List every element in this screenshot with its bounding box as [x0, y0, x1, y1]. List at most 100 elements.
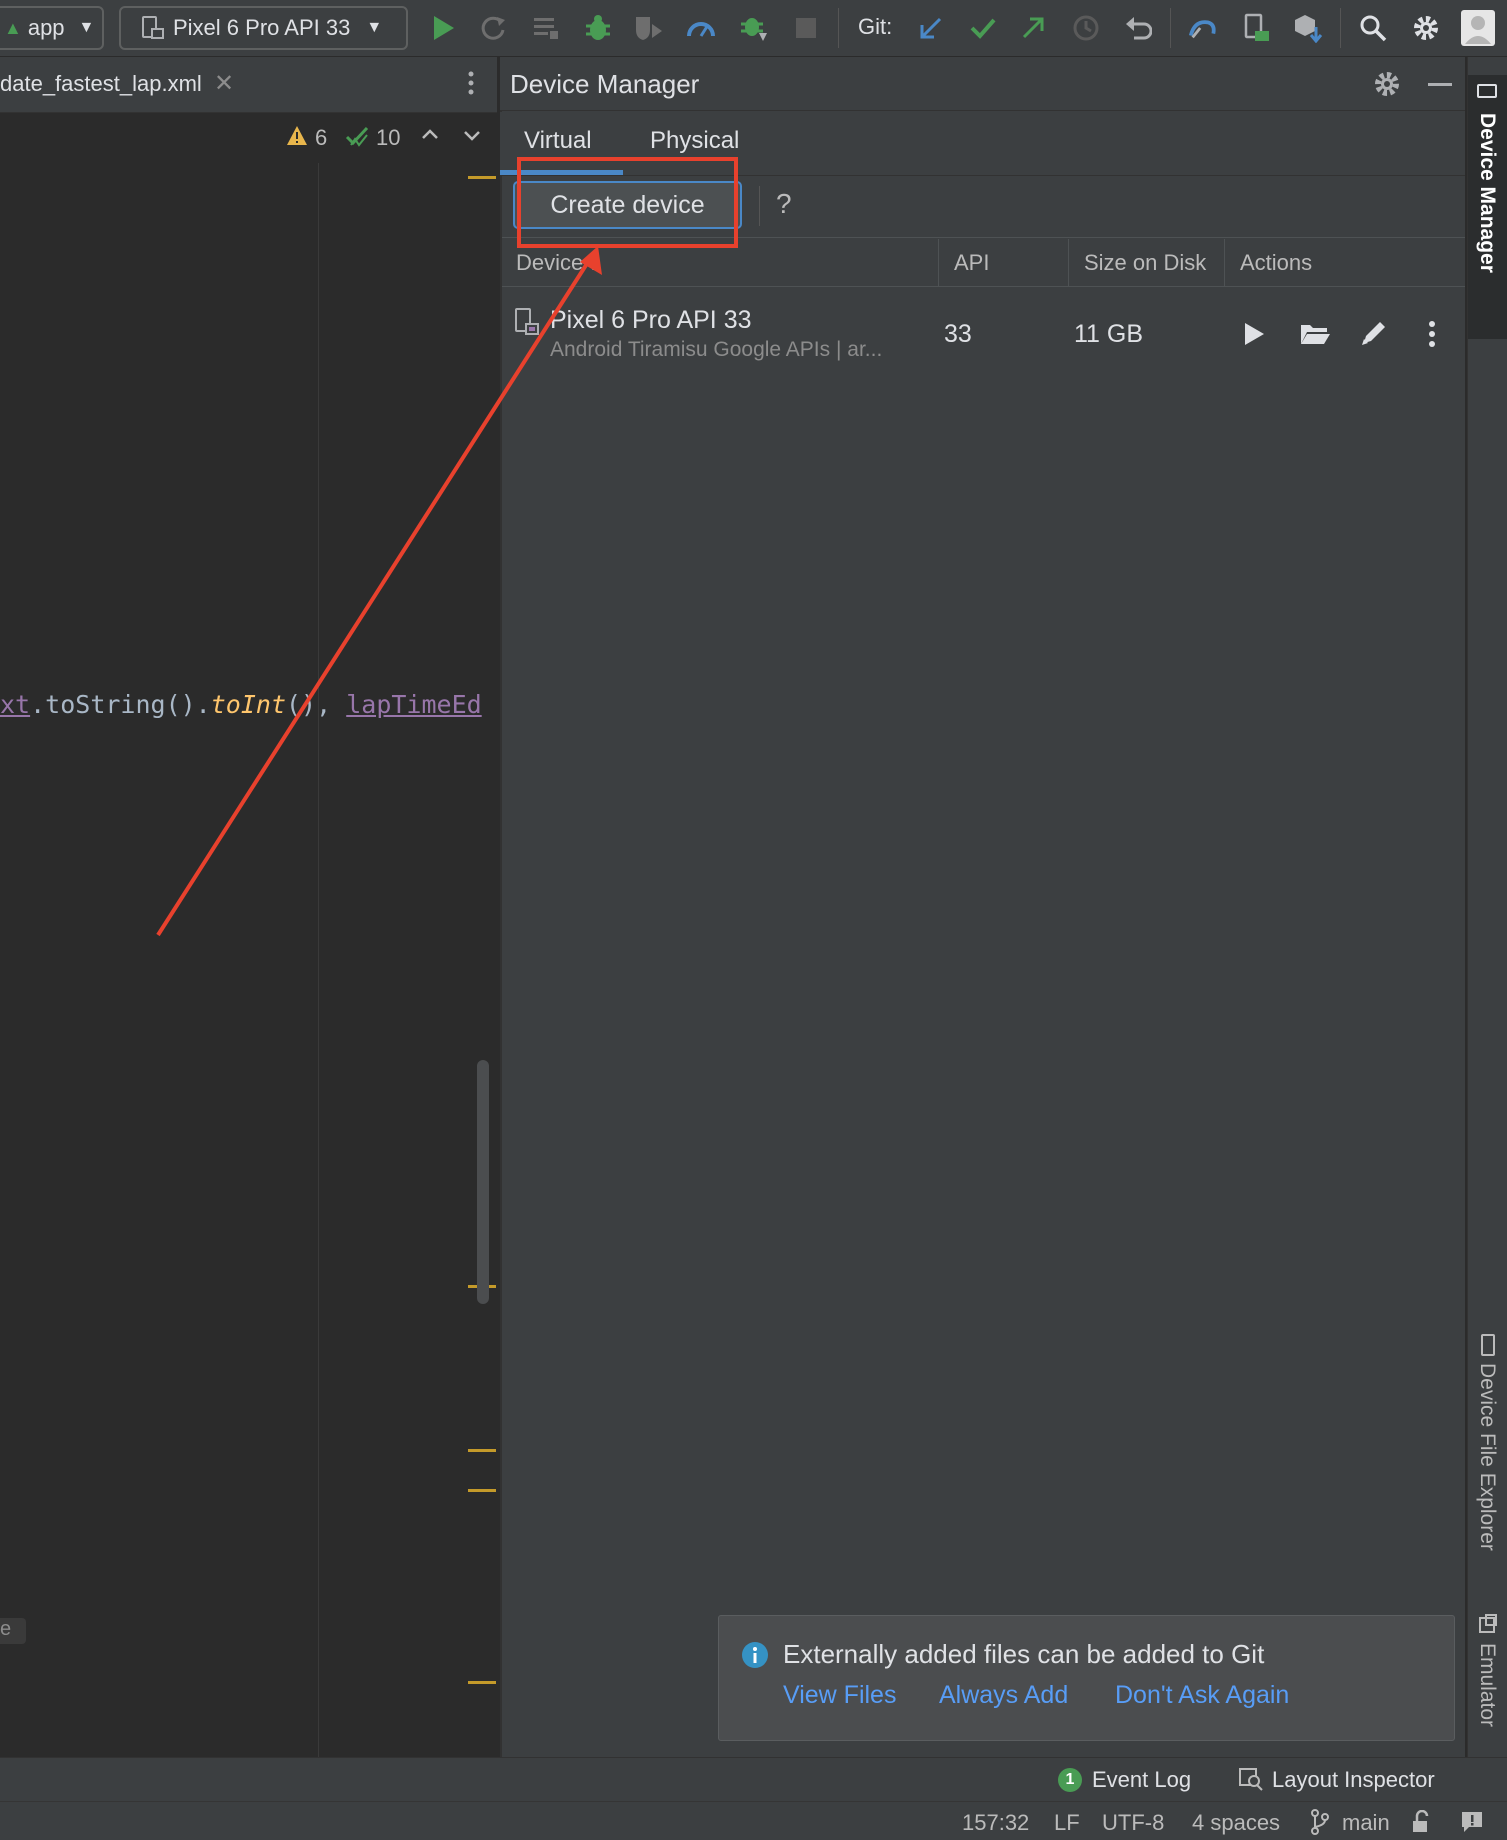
sync-gradle-icon[interactable]	[1187, 12, 1219, 44]
sort-ascending-icon: ▲	[589, 257, 604, 273]
event-log-button[interactable]: Event Log	[1092, 1767, 1191, 1793]
code-editor[interactable]	[0, 57, 497, 1757]
device-combo[interactable]: Pixel 6 Pro API 33 ▼	[119, 6, 408, 50]
warning-marker[interactable]	[468, 176, 496, 179]
always-add-link[interactable]: Always Add	[939, 1681, 1068, 1710]
rollback-icon[interactable]	[1122, 12, 1154, 44]
column-header-api[interactable]: API	[954, 250, 989, 276]
minimize-icon[interactable]	[1428, 83, 1452, 86]
event-log-badge: 1	[1058, 1768, 1082, 1792]
fold-marker[interactable]: e	[0, 1618, 26, 1644]
run-config-combo[interactable]: ▲ app ▼	[0, 6, 104, 50]
column-header-device[interactable]: Device ▲	[516, 250, 603, 276]
toolbar-divider	[838, 8, 839, 48]
right-margin-guide	[318, 163, 319, 1757]
toolbar-divider	[1340, 8, 1341, 48]
device-icon	[141, 15, 165, 41]
profile-icon[interactable]	[685, 12, 717, 44]
column-header-label: Device	[516, 250, 584, 275]
dont-ask-again-link[interactable]: Don't Ask Again	[1115, 1681, 1289, 1710]
bottom-tool-stripe: 1 Event Log Layout Inspector	[0, 1757, 1507, 1801]
code-line[interactable]: xt.toString().toInt(), lapTimeEd	[0, 690, 497, 719]
edit-pencil-icon[interactable]	[1360, 319, 1388, 347]
settings-gear-icon[interactable]	[1410, 12, 1442, 44]
git-push-icon[interactable]	[1017, 12, 1049, 44]
code-token: xt	[0, 690, 31, 719]
highlight-box	[517, 157, 738, 248]
git-update-icon[interactable]	[915, 12, 947, 44]
more-vertical-icon[interactable]	[1427, 320, 1437, 348]
column-divider	[1068, 239, 1069, 287]
code-token: toInt	[210, 690, 286, 719]
stop-icon[interactable]	[790, 12, 822, 44]
tool-window-label: Device Manager	[1476, 113, 1499, 273]
warning-marker[interactable]	[468, 1449, 496, 1452]
device-manager-icon	[1477, 81, 1499, 107]
panel-title: Device Manager	[510, 69, 700, 99]
tab-virtual[interactable]: Virtual	[524, 127, 592, 155]
column-header-actions[interactable]: Actions	[1240, 250, 1312, 276]
run-config-label: app	[27, 15, 65, 40]
device-manager-icon[interactable]	[1240, 12, 1272, 44]
git-branch[interactable]: main	[1342, 1810, 1390, 1836]
right-tool-stripe: Device Manager Device File Explorer Emul…	[1467, 57, 1507, 1757]
warning-marker[interactable]	[468, 1681, 496, 1684]
git-label: Git:	[858, 14, 893, 39]
tool-window-emulator[interactable]: Emulator	[1475, 1643, 1499, 1727]
git-notification: Externally added files can be added to G…	[718, 1615, 1455, 1741]
checks-count: 10	[376, 125, 401, 150]
code-token: lapTimeEd	[346, 690, 482, 719]
launch-play-icon[interactable]	[1242, 321, 1266, 347]
warning-count: 6	[315, 125, 328, 150]
chevron-down-icon: ▼	[78, 19, 95, 36]
inspection-widget: 6 10	[0, 113, 497, 163]
editor-scrollbar[interactable]	[477, 1060, 489, 1304]
debug-icon[interactable]	[582, 12, 614, 44]
warning-marker[interactable]	[468, 1489, 496, 1492]
attach-debugger-icon[interactable]	[738, 12, 770, 44]
chevron-down-icon: ▼	[366, 19, 383, 36]
file-encoding[interactable]: UTF-8	[1102, 1810, 1164, 1836]
history-icon[interactable]	[1070, 12, 1102, 44]
chevron-down-icon[interactable]	[462, 123, 482, 147]
device-name: Pixel 6 Pro API 33	[550, 306, 752, 334]
apply-changes-icon[interactable]	[477, 12, 509, 44]
caret-position[interactable]: 157:32	[962, 1810, 1029, 1836]
editor-tab-bar: date_fastest_lap.xml ✕	[0, 57, 497, 113]
more-vertical-icon[interactable]	[466, 69, 476, 99]
layout-inspector-icon	[1238, 1767, 1264, 1791]
git-branch-icon	[1310, 1809, 1330, 1835]
notification-message: Externally added files can be added to G…	[783, 1639, 1265, 1669]
help-button[interactable]: ?	[776, 188, 792, 220]
chevron-up-icon[interactable]	[420, 123, 440, 147]
table-row[interactable]: Pixel 6 Pro API 33 Android Tiramisu Goog…	[502, 290, 1465, 378]
code-token: .toString().	[30, 690, 211, 719]
device-api: 33	[944, 320, 972, 348]
warning-icon[interactable]	[286, 125, 308, 147]
main-toolbar: ▲ app ▼ Pixel 6 Pro API 33 ▼ Git:	[0, 0, 1507, 57]
run-icon[interactable]	[427, 12, 459, 44]
indent-setting[interactable]: 4 spaces	[1192, 1810, 1280, 1836]
gear-icon[interactable]	[1373, 70, 1401, 98]
editor-file-tab[interactable]: date_fastest_lap.xml	[0, 71, 202, 97]
checks-icon[interactable]	[345, 125, 371, 149]
sdk-manager-icon[interactable]	[1292, 12, 1324, 44]
device-size: 11 GB	[1074, 320, 1144, 348]
view-files-link[interactable]: View Files	[783, 1681, 896, 1710]
tool-window-device-manager[interactable]: Device Manager	[1468, 75, 1507, 339]
folder-open-icon[interactable]	[1299, 322, 1331, 346]
tab-physical[interactable]: Physical	[650, 127, 739, 155]
apply-code-changes-icon[interactable]	[530, 12, 562, 44]
android-icon: ▲	[4, 17, 22, 38]
git-commit-icon[interactable]	[967, 12, 999, 44]
unlock-icon[interactable]	[1410, 1810, 1432, 1834]
search-icon[interactable]	[1357, 12, 1389, 44]
notifications-icon[interactable]	[1460, 1810, 1484, 1834]
tool-window-device-file-explorer[interactable]: Device File Explorer	[1475, 1363, 1499, 1551]
avatar[interactable]	[1461, 10, 1495, 46]
coverage-icon[interactable]	[633, 12, 665, 44]
line-separator[interactable]: LF	[1054, 1810, 1080, 1836]
close-tab-icon[interactable]: ✕	[214, 69, 234, 98]
column-header-size[interactable]: Size on Disk	[1084, 250, 1206, 276]
layout-inspector-button[interactable]: Layout Inspector	[1272, 1767, 1435, 1793]
